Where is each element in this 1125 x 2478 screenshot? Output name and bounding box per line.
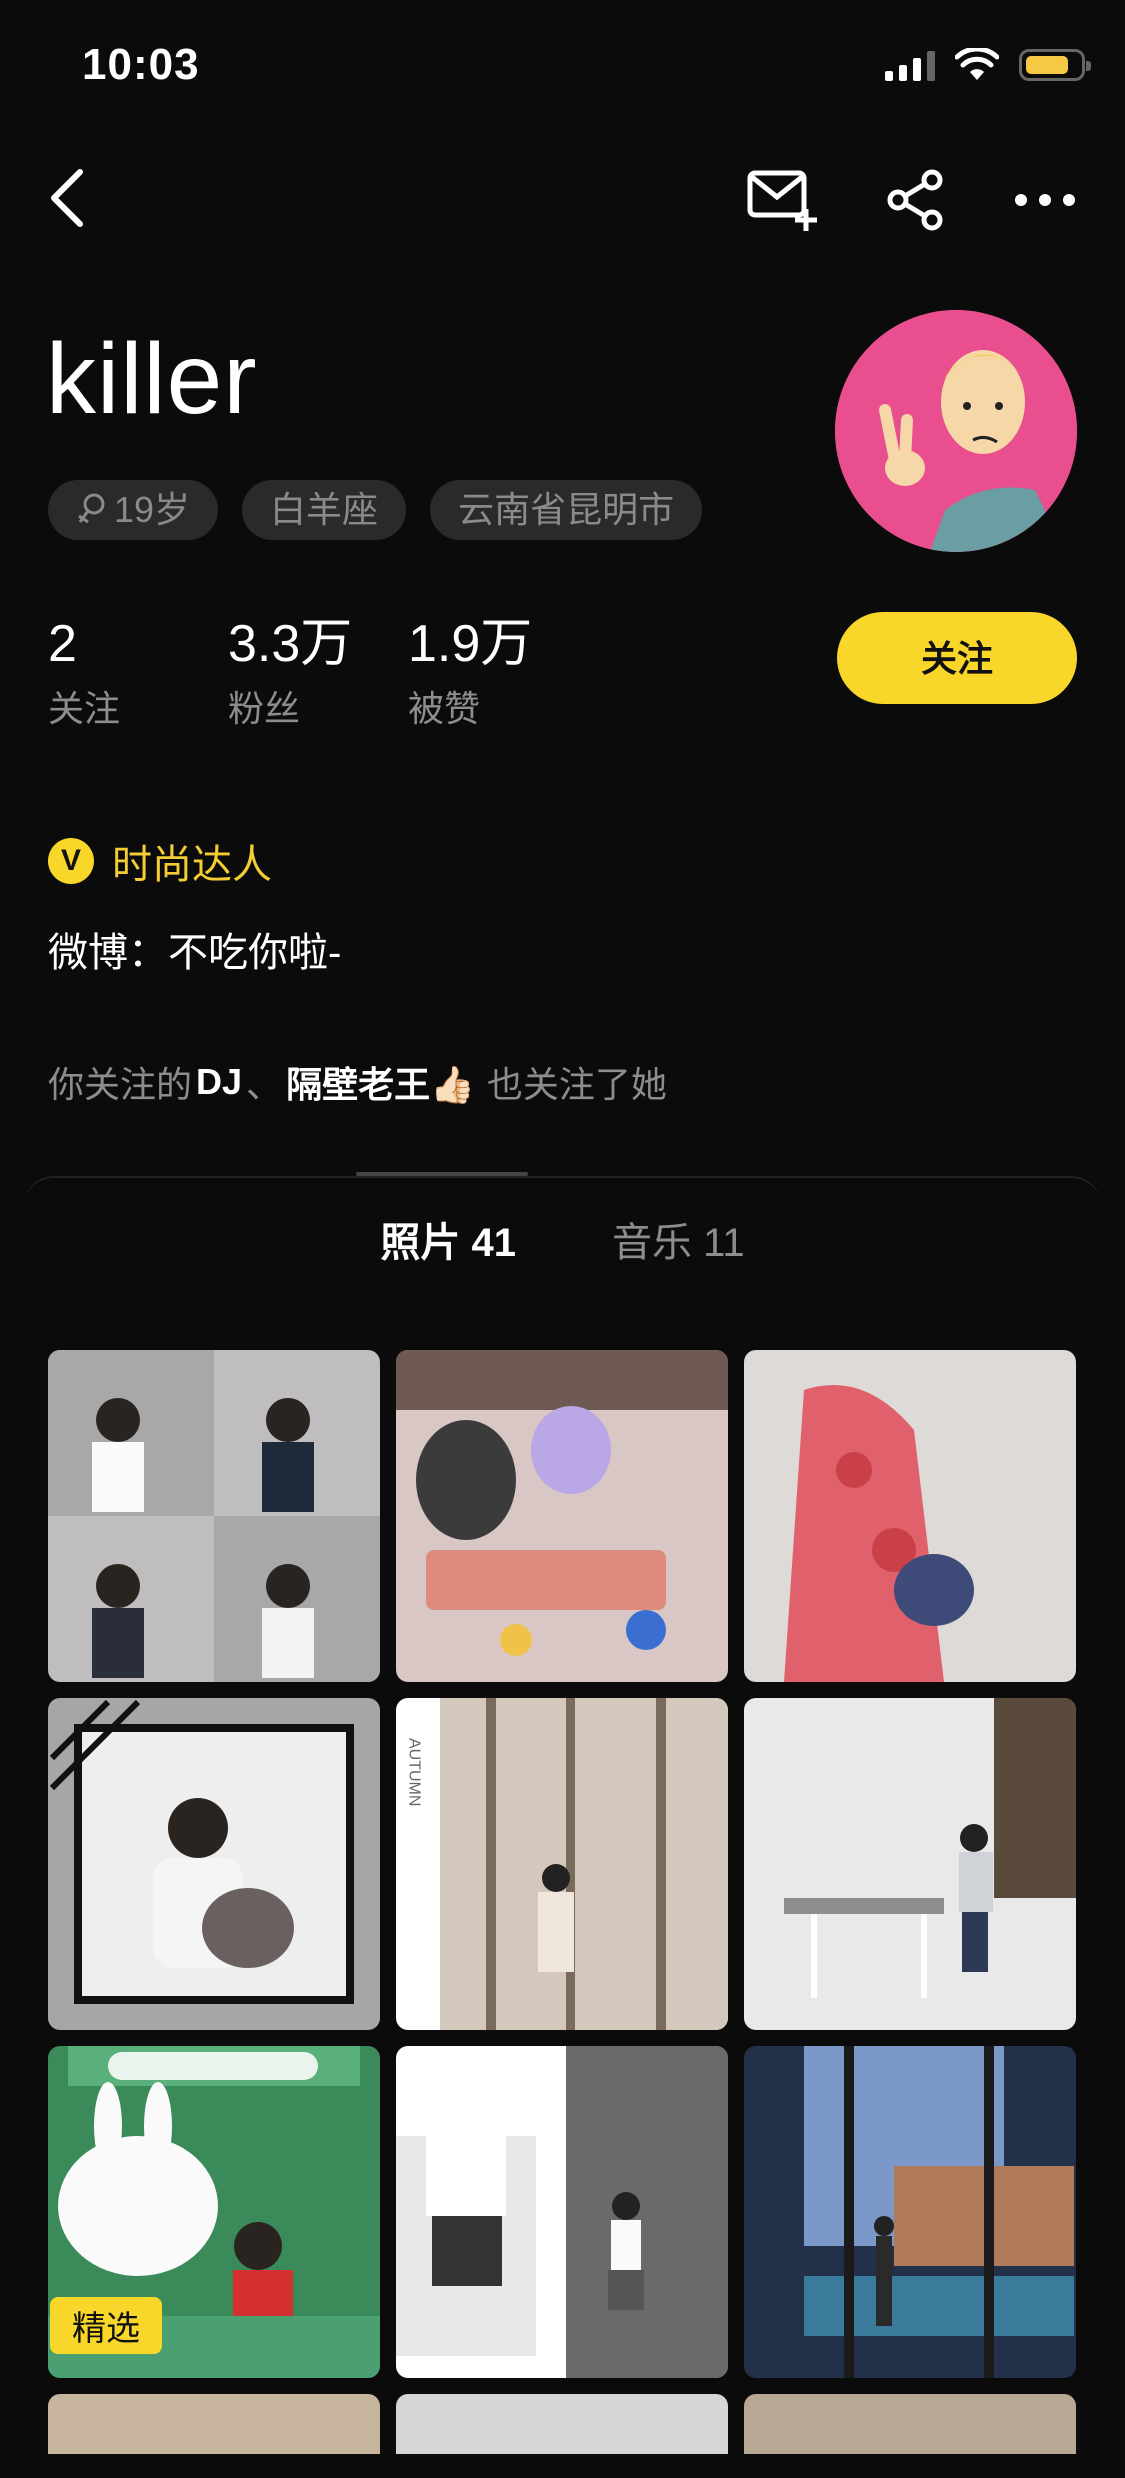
photo-thumbnail[interactable] bbox=[396, 2046, 728, 2378]
photo-thumbnail[interactable] bbox=[48, 1350, 380, 1682]
location-label: 云南省昆明市 bbox=[458, 489, 675, 530]
photo-thumbnail[interactable]: 精选 bbox=[48, 2046, 380, 2378]
battery-icon bbox=[1019, 49, 1091, 81]
likes-stat[interactable]: 1.9万 被赞 bbox=[408, 614, 588, 732]
drag-handle[interactable] bbox=[356, 1172, 528, 1176]
featured-badge: 精选 bbox=[50, 2297, 162, 2354]
photo-thumbnail[interactable] bbox=[396, 1350, 728, 1682]
content-tabs: 照片 41 音乐 11 bbox=[0, 1210, 1125, 1268]
photo-thumbnail[interactable] bbox=[744, 1698, 1076, 2030]
female-icon bbox=[78, 493, 105, 524]
photo-grid: AUTUMN 精选 bbox=[48, 1350, 1076, 2378]
verified-icon: V bbox=[48, 838, 94, 884]
mutual-suffix: 也关注了她 bbox=[486, 1064, 667, 1105]
photo-thumbnail[interactable]: AUTUMN bbox=[396, 1698, 728, 2030]
mutual-separator: 、 bbox=[246, 1064, 283, 1105]
verified-title: 时尚达人 bbox=[112, 843, 272, 887]
share-icon[interactable] bbox=[876, 160, 956, 240]
photo-thumbnail-partial[interactable] bbox=[396, 2394, 728, 2454]
mutual-name-1: DJ bbox=[196, 1061, 243, 1102]
photo-thumbnail-partial[interactable] bbox=[48, 2394, 380, 2454]
chevron-left-icon[interactable] bbox=[40, 158, 100, 238]
message-add-icon[interactable] bbox=[742, 160, 822, 240]
age-label: 19岁 bbox=[114, 489, 191, 530]
age-tag: 19岁 bbox=[48, 480, 219, 540]
tab-music[interactable]: 音乐 11 bbox=[612, 1210, 745, 1268]
status-time: 10:03 bbox=[82, 40, 200, 89]
photo-thumbnail-partial[interactable] bbox=[744, 2394, 1076, 2454]
following-stat[interactable]: 2 关注 bbox=[48, 614, 228, 732]
photo-thumbnail[interactable] bbox=[744, 2046, 1076, 2378]
likes-count: 1.9万 bbox=[408, 615, 533, 673]
following-label: 关注 bbox=[48, 688, 121, 729]
followers-label: 粉丝 bbox=[228, 688, 301, 729]
verified-badge-row: V 时尚达人 bbox=[48, 832, 272, 890]
username: killer bbox=[46, 323, 258, 435]
mutual-prefix: 你关注的 bbox=[48, 1064, 193, 1105]
more-icon[interactable] bbox=[1005, 160, 1085, 240]
svg-text:AUTUMN: AUTUMN bbox=[406, 1738, 423, 1806]
profile-stats: 2 关注 3.3万 粉丝 1.9万 被赞 bbox=[48, 614, 588, 732]
following-count: 2 bbox=[48, 615, 77, 673]
wifi-icon bbox=[955, 48, 999, 80]
tab-photos[interactable]: 照片 41 bbox=[380, 1210, 516, 1268]
mutual-name-2: 隔壁老王👍🏻 bbox=[286, 1064, 475, 1105]
photo-thumbnail[interactable] bbox=[48, 1698, 380, 2030]
mutual-follow-text[interactable]: 你关注的 DJ 、 隔壁老王👍🏻 也关注了她 bbox=[48, 1056, 667, 1108]
follow-button[interactable]: 关注 bbox=[837, 612, 1077, 704]
zodiac-label: 白羊座 bbox=[270, 489, 379, 530]
location-tag: 云南省昆明市 bbox=[430, 480, 703, 540]
followers-count: 3.3万 bbox=[228, 615, 353, 673]
avatar[interactable] bbox=[835, 310, 1077, 552]
likes-label: 被赞 bbox=[408, 688, 481, 729]
status-icons bbox=[885, 48, 1091, 82]
zodiac-tag: 白羊座 bbox=[242, 480, 407, 540]
photo-thumbnail[interactable] bbox=[744, 1350, 1076, 1682]
bio-text: 微博：不吃你啦- bbox=[48, 931, 342, 975]
profile-tags: 19岁 白羊座 云南省昆明市 bbox=[48, 480, 703, 540]
signal-icon bbox=[885, 49, 935, 81]
followers-stat[interactable]: 3.3万 粉丝 bbox=[228, 614, 408, 732]
